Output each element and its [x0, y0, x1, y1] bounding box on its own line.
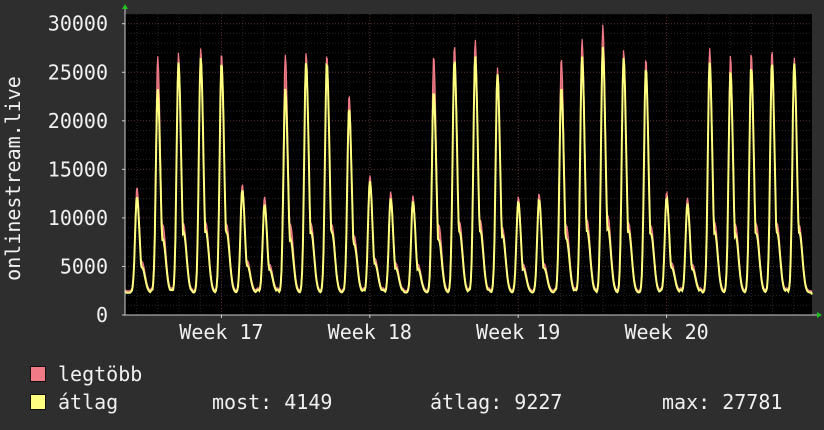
- stat-average-value: 9227: [514, 390, 563, 414]
- x-tick-label: Week 20: [624, 320, 708, 344]
- y-axis-arrow: [122, 4, 128, 9]
- y-tick-label: 20000: [48, 109, 108, 133]
- y-tick-label: 5000: [60, 254, 108, 278]
- legend-swatch-max: [30, 366, 46, 382]
- legend-label-avg: átlag: [58, 390, 119, 414]
- stat-current-value: 4149: [284, 390, 333, 414]
- y-tick-label: 30000: [48, 12, 108, 36]
- x-tick-label: Week 17: [179, 320, 263, 344]
- stat-average: átlag: 9227: [430, 390, 562, 414]
- stat-maximum-label: max:: [662, 390, 711, 414]
- legend-item-max: legtöbb: [30, 362, 142, 386]
- x-tick-label: Week 19: [476, 320, 560, 344]
- y-tick-label: 10000: [48, 206, 108, 230]
- stat-current-label: most:: [212, 390, 273, 414]
- y-tick-label: 25000: [48, 60, 108, 84]
- stat-current: most: 4149: [212, 390, 332, 414]
- stat-maximum-value: 27781: [722, 390, 783, 414]
- stat-maximum: max: 27781: [662, 390, 782, 414]
- x-tick-label: Week 18: [328, 320, 412, 344]
- legend-label-max: legtöbb: [58, 362, 143, 386]
- y-tick-label: 15000: [48, 157, 108, 181]
- y-tick-label: 0: [96, 303, 108, 327]
- y-axis-title: onlinestream.live: [1, 76, 25, 281]
- legend-swatch-avg: [30, 394, 46, 410]
- x-axis-arrow: [817, 312, 822, 318]
- stat-average-label: átlag:: [430, 390, 503, 414]
- legend-item-avg: átlag: [30, 390, 118, 414]
